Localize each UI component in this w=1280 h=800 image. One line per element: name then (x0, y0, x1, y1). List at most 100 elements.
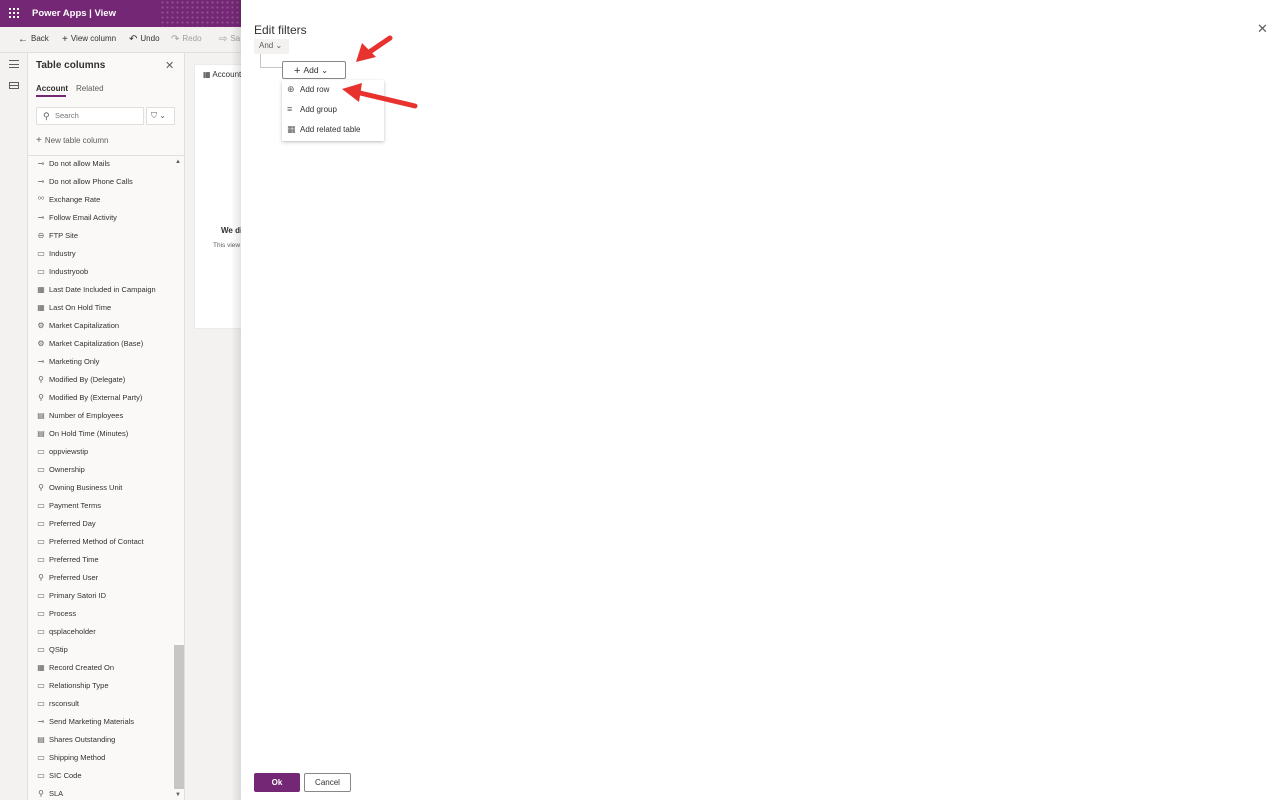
column-list-item[interactable]: ▭ Preferred Method of Contact (28, 533, 178, 551)
column-list-item[interactable]: ⚲ Modified By (External Party) (28, 389, 178, 407)
table-columns-panel: Table columns ✕ Account Related ⚲ ⛉ ⌄ +N… (28, 53, 185, 800)
search-icon: ⚲ (43, 111, 50, 121)
column-label: Do not allow Phone Calls (49, 177, 133, 186)
column-list-item[interactable]: ⚙ Market Capitalization (28, 317, 178, 335)
column-list-item[interactable]: ⚲ Preferred User (28, 569, 178, 587)
filter-icon: ⛉ (151, 111, 157, 120)
scroll-up-icon[interactable]: ▲ (175, 159, 181, 165)
column-list-item[interactable]: ▭ oppviewstip (28, 443, 178, 461)
table-columns-icon[interactable] (9, 82, 19, 89)
column-list-item[interactable]: ⊸ Send Marketing Materials (28, 713, 178, 731)
column-list-item[interactable]: ⚙ Market Capitalization (Base) (28, 335, 178, 353)
column-label: Relationship Type (49, 681, 109, 690)
choice-icon: ▭ (37, 537, 45, 546)
plus-icon: + (36, 135, 42, 146)
column-label: Market Capitalization (Base) (49, 339, 144, 348)
column-label: Preferred Day (49, 519, 96, 528)
view-column-button[interactable]: + View column (62, 34, 116, 45)
column-label: qsplaceholder (49, 627, 96, 636)
plus-icon: + (62, 34, 68, 45)
close-icon[interactable]: ✕ (1257, 21, 1268, 37)
column-list-item[interactable]: ▭ SIC Code (28, 767, 178, 785)
column-list-item[interactable]: ⊸ Follow Email Activity (28, 209, 178, 227)
lookup-icon: ⚲ (38, 789, 44, 798)
column-label: QStip (49, 645, 68, 654)
column-list-item[interactable]: ⚲ Owning Business Unit (28, 479, 178, 497)
app-launcher-icon[interactable] (9, 8, 19, 18)
redo-button[interactable]: ↷ Redo (171, 34, 202, 45)
column-label: Number of Employees (49, 411, 124, 420)
lookup-icon: ⚲ (38, 573, 44, 582)
column-list-item[interactable]: ▭ Industry (28, 245, 178, 263)
close-icon[interactable]: ✕ (165, 59, 174, 72)
add-button[interactable]: + Add ⌄ (282, 61, 346, 79)
column-list-item[interactable]: ▭ Process (28, 605, 178, 623)
column-list-item[interactable]: ▭ rsconsult (28, 695, 178, 713)
new-table-column-button[interactable]: + New table column (36, 135, 108, 146)
undo-icon: ↶ (129, 34, 138, 45)
and-dropdown[interactable]: And ⌄ (254, 39, 289, 54)
column-label: Exchange Rate (49, 195, 101, 204)
scrollbar[interactable]: ▲ ▼ (173, 157, 184, 800)
text-icon: ▭ (37, 771, 45, 780)
column-list-item[interactable]: ▤ On Hold Time (Minutes) (28, 425, 178, 443)
back-button[interactable]: ← Back (18, 34, 49, 45)
column-list-item[interactable]: ▭ Preferred Time (28, 551, 178, 569)
plus-icon: + (294, 65, 301, 77)
menu-item-add-row[interactable]: ⊕ Add row (282, 80, 384, 100)
scroll-down-icon[interactable]: ▼ (175, 792, 181, 798)
column-list-item[interactable]: ▤ Number of Employees (28, 407, 178, 425)
text-icon: ▭ (37, 267, 45, 276)
column-list-item[interactable]: ▭ Industryoob (28, 263, 178, 281)
number-icon: ▤ (37, 411, 45, 420)
scrollbar-thumb[interactable] (174, 645, 184, 789)
cancel-button[interactable]: Cancel (304, 773, 351, 792)
search-box[interactable]: ⚲ (36, 107, 144, 125)
column-list-item[interactable]: ▤ Shares Outstanding (28, 731, 178, 749)
column-list: ⊸ Do not allow Mails ⊸ Do not allow Phone C… (28, 155, 178, 800)
column-list-item[interactable]: ▦ Record Created On (28, 659, 178, 677)
toggle-icon: ⊸ (37, 159, 45, 168)
menu-item-add-group[interactable]: ≡ Add group (282, 100, 384, 120)
column-list-item[interactable]: ▭ Ownership (28, 461, 178, 479)
menu-item-add-related-table[interactable]: ▦ Add related table (282, 120, 384, 140)
column-list-item[interactable]: ▦ Last On Hold Time (28, 299, 178, 317)
tab-account[interactable]: Account (36, 84, 68, 97)
column-list-item[interactable]: ▭ QStip (28, 641, 178, 659)
column-label: Preferred User (49, 573, 99, 582)
column-label: Process (49, 609, 77, 618)
column-list-item[interactable]: ▭ Relationship Type (28, 677, 178, 695)
column-list-item[interactable]: ▭ Preferred Day (28, 515, 178, 533)
column-label: Marketing Only (49, 357, 100, 366)
column-list-item[interactable]: ▭ Primary Satori ID (28, 587, 178, 605)
text-icon: ▭ (37, 609, 45, 618)
choice-icon: ▭ (37, 501, 45, 510)
column-list-item[interactable]: ⚲ SLA (28, 785, 178, 800)
column-list-item[interactable]: ▭ Shipping Method (28, 749, 178, 767)
hamburger-icon[interactable] (9, 60, 19, 68)
column-label: Preferred Time (49, 555, 99, 564)
calendar-icon: ▦ (37, 285, 45, 294)
column-list-item[interactable]: ▭ Payment Terms (28, 497, 178, 515)
search-input[interactable] (55, 111, 141, 120)
text-icon: ▭ (37, 447, 45, 456)
column-list-item[interactable]: ⊸ Marketing Only (28, 353, 178, 371)
column-list-item[interactable]: ⁰⁰ Exchange Rate (28, 191, 178, 209)
number-icon: ▤ (37, 735, 45, 744)
add-menu: ⊕ Add row ≡ Add group ▦ Add related table (282, 80, 384, 141)
column-label: Payment Terms (49, 501, 101, 510)
undo-button[interactable]: ↶ Undo (129, 34, 160, 45)
tab-related[interactable]: Related (76, 84, 104, 93)
column-list-item[interactable]: ⊖ FTP Site (28, 227, 178, 245)
filter-button[interactable]: ⛉ ⌄ (146, 107, 175, 125)
column-label: Record Created On (49, 663, 115, 672)
column-list-item[interactable]: ⊸ Do not allow Mails (28, 155, 178, 173)
column-label: SLA (49, 789, 64, 798)
column-label: Industryoob (49, 267, 89, 276)
column-list-item[interactable]: ⚲ Modified By (Delegate) (28, 371, 178, 389)
column-list-item[interactable]: ▦ Last Date Included in Campaign (28, 281, 178, 299)
column-list-item[interactable]: ⊸ Do not allow Phone Calls (28, 173, 178, 191)
column-label: FTP Site (49, 231, 79, 240)
ok-button[interactable]: Ok (254, 773, 300, 792)
column-list-item[interactable]: ▭ qsplaceholder (28, 623, 178, 641)
